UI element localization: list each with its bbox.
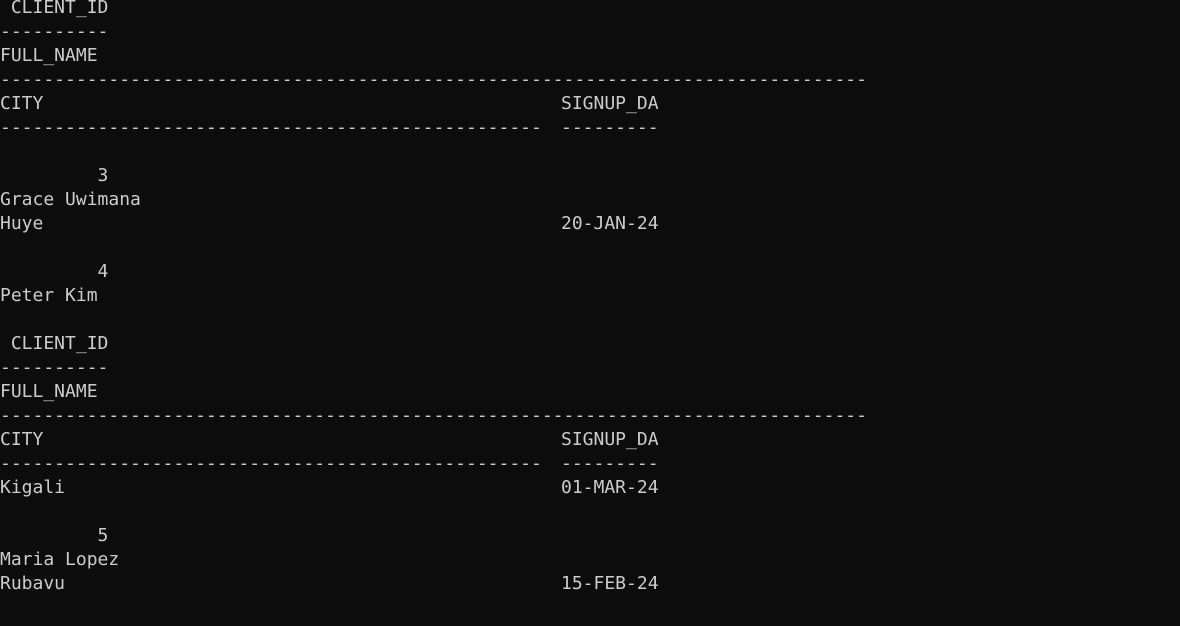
terminal-field-right: 01-MAR-24 (561, 477, 659, 498)
terminal-field: Grace Uwimana (0, 189, 141, 210)
terminal-line: ----------------------------------------… (0, 452, 1180, 476)
terminal-field: ----------------------------------------… (0, 453, 542, 474)
terminal-field: ----------------------------------------… (0, 117, 542, 138)
terminal-line: ----------------------------------------… (0, 116, 1180, 140)
terminal-field: 5 (0, 525, 109, 546)
terminal-line: CITY SIGNUP_DA (0, 428, 1180, 452)
terminal-line: Huye 20-JAN-24 (0, 212, 1180, 236)
terminal-field: FULL_NAME (0, 45, 98, 66)
terminal-line: Rubavu 15-FEB-24 (0, 572, 1180, 596)
terminal-line: 3 (0, 164, 1180, 188)
terminal-line: ----------------------------------------… (0, 68, 1180, 92)
terminal-line: 5 (0, 524, 1180, 548)
terminal-field: 3 (0, 165, 109, 186)
terminal-field-right: --------- (561, 453, 659, 474)
terminal-line: Maria Lopez (0, 548, 1180, 572)
terminal-field: ----------------------------------------… (0, 405, 867, 426)
terminal-field: FULL_NAME (0, 381, 98, 402)
terminal-field: Rubavu (0, 573, 66, 594)
terminal-field-right: 20-JAN-24 (561, 213, 659, 234)
terminal-field: CITY (0, 93, 44, 114)
terminal-line: 4 (0, 260, 1180, 284)
terminal-field-right: --------- (561, 117, 659, 138)
terminal-field: CLIENT_ID (0, 333, 109, 354)
terminal-field: Maria Lopez (0, 549, 120, 570)
terminal-line: ---------- (0, 20, 1180, 44)
terminal-field: CLIENT_ID (0, 0, 109, 18)
terminal-field-right: 15-FEB-24 (561, 573, 659, 594)
terminal-line: CLIENT_ID (0, 0, 1180, 20)
terminal-field: Huye (0, 213, 44, 234)
terminal-line: ---------- (0, 356, 1180, 380)
terminal-output[interactable]: CLIENT_ID ---------- FULL_NAME ------------… (0, 0, 1180, 626)
terminal-line: ----------------------------------------… (0, 404, 1180, 428)
terminal-line: Grace Uwimana (0, 188, 1180, 212)
terminal-field: Peter Kim (0, 285, 98, 306)
terminal-field-right: SIGNUP_DA (561, 429, 659, 450)
terminal-field: ----------------------------------------… (0, 69, 867, 90)
terminal-field-right: SIGNUP_DA (561, 93, 659, 114)
terminal-line: Kigali 01-MAR-24 (0, 476, 1180, 500)
terminal-line: FULL_NAME (0, 380, 1180, 404)
terminal-field: ---------- (0, 21, 109, 42)
terminal-line: CITY SIGNUP_DA (0, 92, 1180, 116)
terminal-line: FULL_NAME (0, 44, 1180, 68)
terminal-field: 4 (0, 261, 109, 282)
terminal-field: Kigali (0, 477, 66, 498)
terminal-line: Peter Kim (0, 284, 1180, 308)
terminal-field: CITY (0, 429, 44, 450)
terminal-field: ---------- (0, 357, 109, 378)
terminal-line: CLIENT_ID (0, 332, 1180, 356)
